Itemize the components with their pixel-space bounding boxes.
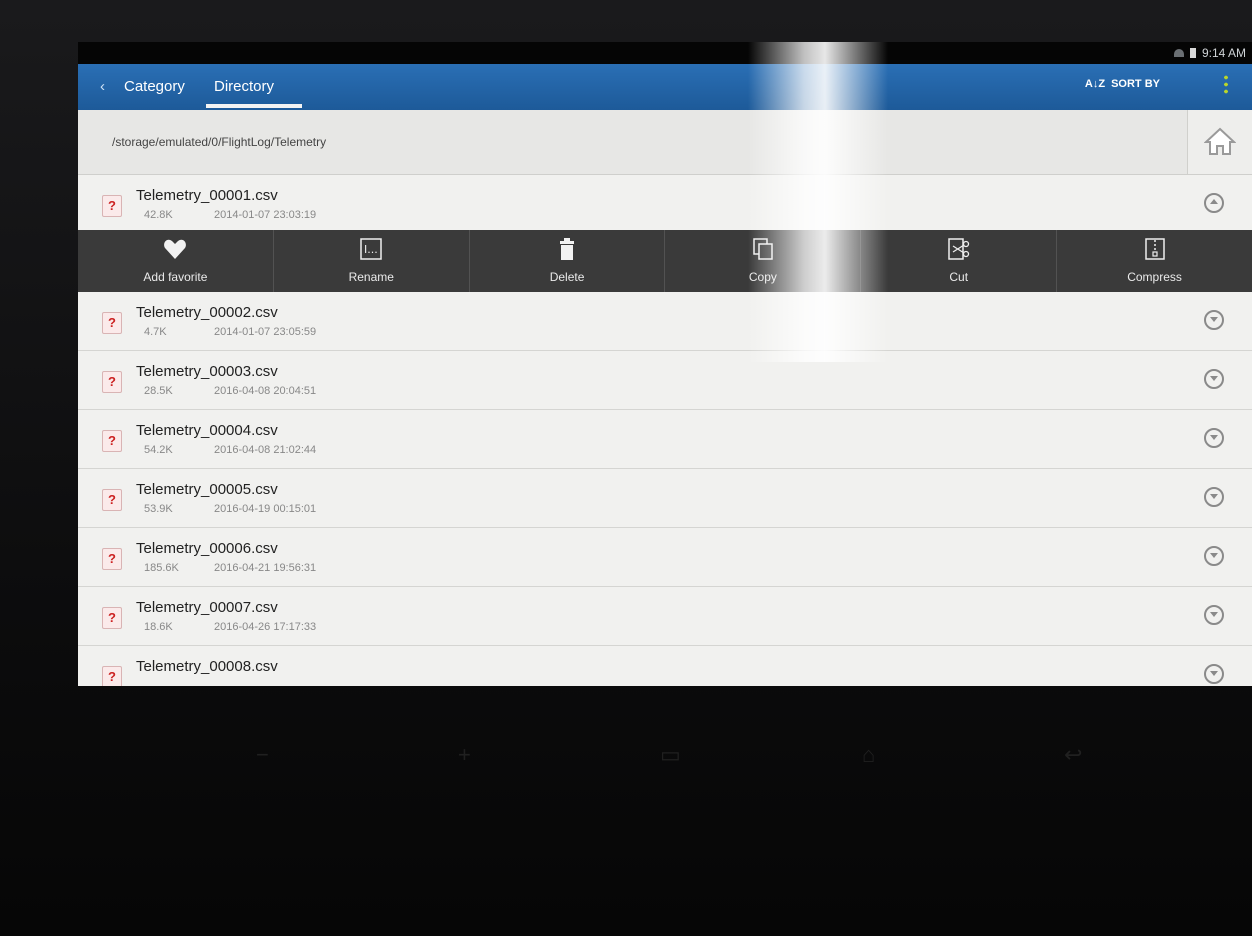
file-name: Telemetry_00004.csv: [136, 422, 278, 439]
sort-by-label: SORT BY: [1111, 78, 1160, 90]
file-date: 2014-01-07 23:03:19: [214, 209, 317, 221]
home-icon: [1204, 127, 1236, 155]
overflow-menu-icon[interactable]: [1224, 74, 1228, 96]
active-tab-indicator: [206, 104, 302, 108]
status-time: 9:14 AM: [1201, 46, 1246, 60]
expand-chevron-icon[interactable]: [1204, 310, 1224, 330]
file-row[interactable]: ? Telemetry_00006.csv 185.6K 2016-04-21 …: [78, 528, 1252, 587]
current-path: /storage/emulated/0/FlightLog/Telemetry: [112, 135, 327, 149]
file-date: 2016-04-26 17:17:33: [214, 621, 317, 633]
file-row[interactable]: ? Telemetry_00003.csv 28.5K 2016-04-08 2…: [78, 351, 1252, 410]
expand-chevron-icon[interactable]: [1204, 428, 1224, 448]
home-button[interactable]: [1187, 110, 1252, 174]
back-key[interactable]: ↩: [1064, 742, 1082, 768]
svg-text:I...: I...: [364, 243, 378, 256]
scissors-icon: [947, 238, 969, 260]
collapse-chevron-icon[interactable]: [1204, 193, 1224, 213]
action-label: Compress: [1127, 270, 1182, 284]
delete-button[interactable]: Delete: [470, 230, 666, 292]
add-favorite-button[interactable]: Add favorite: [78, 230, 274, 292]
heart-icon: [164, 239, 187, 259]
file-size: 28.5K: [144, 385, 173, 397]
unknown-file-icon: ?: [102, 371, 122, 393]
compress-button[interactable]: Compress: [1057, 230, 1252, 292]
file-row[interactable]: ? Telemetry_00007.csv 18.6K 2016-04-26 1…: [78, 587, 1252, 646]
app-bar: ‹ Category Directory A↓Z SORT BY: [78, 64, 1252, 110]
trash-icon: [560, 238, 575, 260]
file-row[interactable]: ? Telemetry_00001.csv 42.8K 2014-01-07 2…: [78, 175, 1252, 234]
file-name: Telemetry_00002.csv: [136, 304, 278, 321]
action-label: Copy: [748, 270, 777, 284]
unknown-file-icon: ?: [102, 607, 122, 629]
file-row[interactable]: ? Telemetry_00005.csv 53.9K 2016-04-19 0…: [78, 469, 1252, 528]
expand-chevron-icon[interactable]: [1204, 487, 1224, 507]
copy-button[interactable]: Copy: [665, 230, 862, 292]
zip-icon: [1144, 238, 1165, 260]
action-label: Delete: [549, 270, 585, 284]
home-key[interactable]: ⌂: [862, 742, 875, 768]
file-date: 2016-04-21 19:56:31: [214, 562, 317, 574]
expand-chevron-icon[interactable]: [1204, 664, 1224, 684]
expand-chevron-icon[interactable]: [1204, 605, 1224, 625]
tab-directory[interactable]: Directory: [214, 78, 274, 95]
action-label: Rename: [348, 270, 394, 284]
battery-icon: [1189, 48, 1196, 58]
file-action-bar: Add favorite I... Rename Delete Copy Cut…: [78, 230, 1252, 292]
volume-down-key[interactable]: −: [256, 742, 269, 768]
file-date: 2016-04-08 20:04:51: [214, 385, 317, 397]
file-size: 54.2K: [144, 444, 173, 456]
action-label: Add favorite: [143, 270, 208, 284]
status-bar: 9:14 AM: [78, 42, 1252, 64]
file-size: 42.8K: [144, 209, 173, 221]
wifi-icon: [1173, 49, 1184, 57]
file-size: 185.6K: [144, 562, 179, 574]
volume-up-key[interactable]: +: [458, 742, 471, 768]
file-name: Telemetry_00005.csv: [136, 481, 278, 498]
file-name: Telemetry_00006.csv: [136, 540, 278, 557]
file-name: Telemetry_00001.csv: [136, 187, 278, 204]
device-hardware-keys: − + ▭ ⌂ ↩: [0, 742, 1252, 782]
unknown-file-icon: ?: [102, 548, 122, 570]
expand-chevron-icon[interactable]: [1204, 546, 1224, 566]
device-screen: 9:14 AM ‹ Category Directory A↓Z SORT BY…: [78, 42, 1252, 686]
file-row[interactable]: ? Telemetry_00002.csv 4.7K 2014-01-07 23…: [78, 292, 1252, 351]
file-row[interactable]: ? Telemetry_00004.csv 54.2K 2016-04-08 2…: [78, 410, 1252, 469]
recent-apps-key[interactable]: ▭: [660, 742, 681, 768]
tab-category[interactable]: Category: [124, 78, 185, 95]
copy-icon: [753, 238, 773, 260]
rename-icon: I...: [360, 238, 382, 260]
file-name: Telemetry_00003.csv: [136, 363, 278, 380]
file-size: 18.6K: [144, 621, 173, 633]
file-row[interactable]: ? Telemetry_00008.csv: [78, 646, 1252, 686]
file-name: Telemetry_00007.csv: [136, 599, 278, 616]
unknown-file-icon: ?: [102, 666, 122, 686]
unknown-file-icon: ?: [102, 489, 122, 511]
file-date: 2016-04-19 00:15:01: [214, 503, 317, 515]
sort-by-button[interactable]: A↓Z SORT BY: [1085, 78, 1160, 90]
unknown-file-icon: ?: [102, 312, 122, 334]
file-size: 4.7K: [144, 326, 167, 338]
cut-button[interactable]: Cut: [861, 230, 1058, 292]
file-date: 2016-04-08 21:02:44: [214, 444, 317, 456]
back-icon[interactable]: ‹: [100, 78, 105, 95]
rename-button[interactable]: I... Rename: [274, 230, 470, 292]
file-size: 53.9K: [144, 503, 173, 515]
file-name: Telemetry_00008.csv: [136, 658, 278, 675]
unknown-file-icon: ?: [102, 195, 122, 217]
sort-az-icon: A↓Z: [1084, 78, 1106, 90]
file-date: 2014-01-07 23:05:59: [214, 326, 317, 338]
unknown-file-icon: ?: [102, 430, 122, 452]
expand-chevron-icon[interactable]: [1204, 369, 1224, 389]
action-label: Cut: [949, 270, 969, 284]
path-bar: /storage/emulated/0/FlightLog/Telemetry: [78, 110, 1252, 175]
